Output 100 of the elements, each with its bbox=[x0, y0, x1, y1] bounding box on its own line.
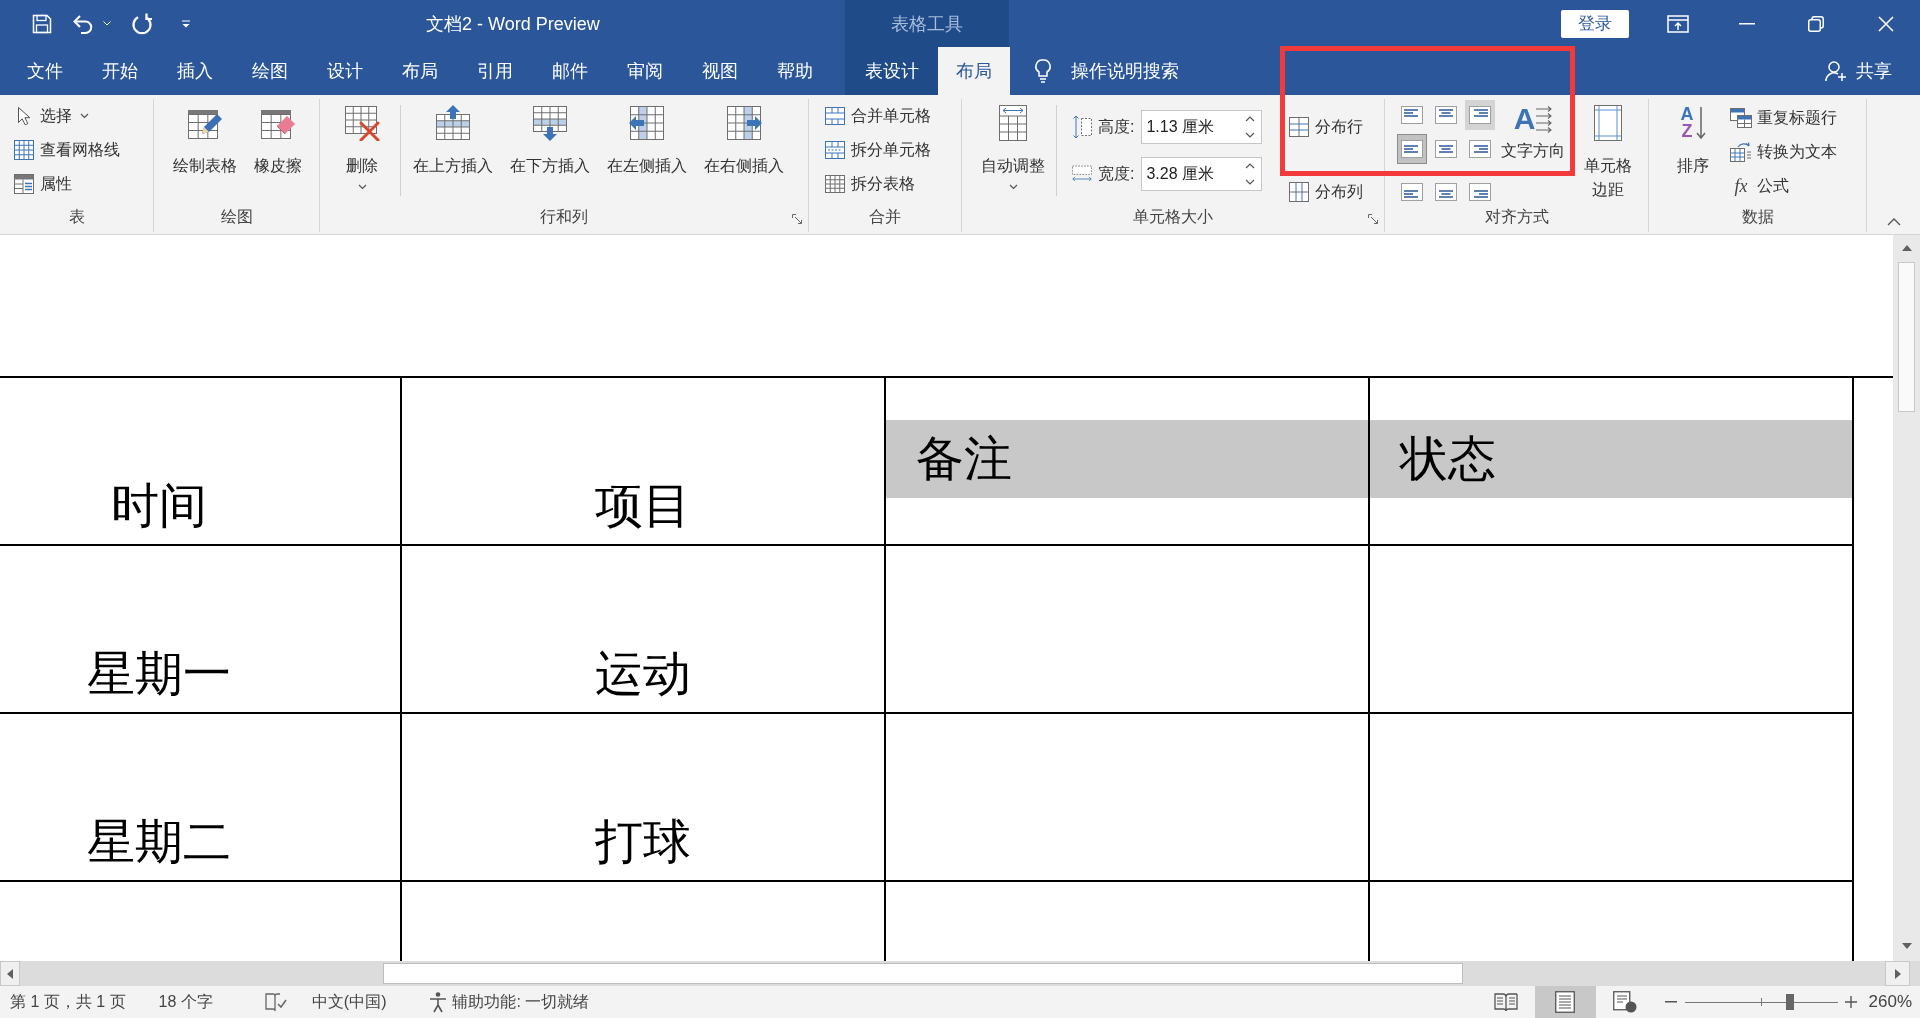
word-count: 18 个字 bbox=[158, 991, 213, 1012]
split-table-icon bbox=[825, 175, 845, 193]
align-bottom-left-icon bbox=[1401, 183, 1423, 201]
ribbon-tab[interactable]: 开始 bbox=[82, 47, 157, 95]
align-bottom-right-icon bbox=[1469, 183, 1491, 201]
split-table-button[interactable]: 拆分表格 bbox=[825, 167, 931, 201]
zoom-slider-thumb[interactable] bbox=[1786, 994, 1795, 1010]
person-add-icon bbox=[1825, 60, 1847, 82]
cell-margins-icon bbox=[1594, 105, 1622, 141]
redo-icon[interactable] bbox=[131, 12, 153, 35]
repeat-header-rows-icon bbox=[1730, 108, 1752, 128]
accessibility-status[interactable]: 辅助功能: 一切就绪 bbox=[427, 991, 590, 1013]
convert-to-text-button[interactable]: 转换为文本 bbox=[1731, 135, 1837, 169]
text-direction-button[interactable]: A 文字方向 bbox=[1497, 99, 1569, 202]
tell-me-search[interactable]: 操作说明搜索 bbox=[1035, 59, 1179, 83]
ribbon-tab[interactable]: 文件 bbox=[7, 47, 82, 95]
column-width-icon bbox=[1072, 164, 1092, 184]
ribbon-tab[interactable]: 视图 bbox=[682, 47, 757, 95]
dialog-launcher-icon[interactable] bbox=[792, 214, 802, 224]
ribbon-tab[interactable]: 布局 bbox=[382, 47, 457, 95]
grid-icon bbox=[14, 140, 34, 160]
contextual-group-title: 表格工具 bbox=[890, 12, 964, 36]
width-field[interactable]: 3.28 厘米 bbox=[1141, 157, 1263, 191]
properties-button[interactable]: 属性 bbox=[14, 167, 120, 201]
triangle-right-icon bbox=[1894, 968, 1901, 979]
window-title: 文档2 - Word Preview bbox=[426, 12, 600, 36]
spin-arrows-icon[interactable] bbox=[1245, 163, 1256, 185]
cell-text: 打球 bbox=[594, 814, 692, 870]
ribbon-tab[interactable]: 表设计 bbox=[845, 47, 938, 95]
ribbon-display-icon[interactable] bbox=[1667, 14, 1689, 33]
restore-icon[interactable] bbox=[1808, 15, 1824, 32]
plus-icon[interactable] bbox=[1844, 996, 1857, 1008]
ribbon-tab[interactable]: 插入 bbox=[157, 47, 232, 95]
minimize-icon[interactable] bbox=[1739, 22, 1755, 25]
scroll-left-button[interactable] bbox=[0, 961, 20, 986]
split-cells-button[interactable]: 拆分单元格 bbox=[825, 133, 931, 167]
table-autofit-icon bbox=[999, 105, 1027, 141]
alignment-button[interactable] bbox=[1465, 100, 1495, 130]
scrollbar-thumb[interactable] bbox=[383, 963, 1463, 984]
insert-right-button[interactable]: 在右侧插入 bbox=[698, 99, 790, 176]
formula-icon: fx bbox=[1734, 176, 1748, 196]
distribute-columns-icon bbox=[1289, 182, 1310, 202]
select-button[interactable]: 选择 bbox=[14, 99, 120, 133]
align-bottom-center-icon bbox=[1435, 183, 1457, 201]
eraser-button[interactable]: 橡皮擦 bbox=[248, 99, 308, 176]
save-icon[interactable] bbox=[32, 13, 52, 34]
insert-above-button[interactable]: 在上方插入 bbox=[407, 99, 499, 176]
close-icon[interactable] bbox=[1878, 15, 1894, 32]
ribbon-tab[interactable]: 审阅 bbox=[607, 47, 682, 95]
triangle-up-icon[interactable] bbox=[1901, 245, 1912, 251]
chevron-up-icon[interactable] bbox=[1886, 218, 1901, 226]
ribbon-tab[interactable]: 绘图 bbox=[232, 47, 307, 95]
share-button[interactable]: 共享 bbox=[1825, 59, 1892, 83]
align-top-center-icon bbox=[1435, 106, 1457, 124]
ribbon-tab[interactable]: 引用 bbox=[457, 47, 532, 95]
undo-icon[interactable] bbox=[72, 13, 94, 34]
formula-button[interactable]: fx 公式 bbox=[1731, 169, 1837, 203]
spin-arrows-icon[interactable] bbox=[1245, 116, 1256, 138]
ribbon-tab[interactable]: 帮助 bbox=[757, 47, 832, 95]
page-count: 第 1 页，共 1 页 bbox=[10, 991, 126, 1012]
merge-cells-button[interactable]: 合并单元格 bbox=[825, 99, 931, 133]
repeat-header-rows-button[interactable]: 重复标题行 bbox=[1731, 101, 1837, 135]
cell-text: 备注 bbox=[886, 420, 1368, 498]
customize-icon[interactable] bbox=[181, 19, 191, 28]
view-gridlines-button[interactable]: 查看网格线 bbox=[14, 133, 120, 167]
alignment-button[interactable] bbox=[1397, 134, 1427, 164]
sort-button[interactable]: A Z 排序 bbox=[1665, 99, 1721, 176]
cell-text: 运动 bbox=[594, 646, 692, 702]
cell-margins-button[interactable]: 单元格边距 bbox=[1578, 99, 1638, 202]
scrollbar-thumb[interactable] bbox=[1898, 262, 1915, 412]
vertical-scrollbar[interactable] bbox=[1893, 235, 1920, 961]
autofit-button[interactable]: 自动调整 bbox=[975, 99, 1051, 190]
align-middle-left-icon bbox=[1401, 140, 1423, 158]
minus-icon[interactable] bbox=[1664, 1001, 1677, 1003]
delete-button[interactable]: 删除 bbox=[334, 99, 390, 190]
book-check-icon[interactable] bbox=[264, 992, 287, 1012]
insert-left-button[interactable]: 在左侧插入 bbox=[601, 99, 693, 176]
zoom-level[interactable]: 260% bbox=[1868, 992, 1912, 1012]
insert-below-button[interactable]: 在下方插入 bbox=[504, 99, 596, 176]
dialog-launcher-icon[interactable] bbox=[1368, 214, 1378, 224]
height-field[interactable]: 1.13 厘米 bbox=[1141, 110, 1263, 144]
group-label: 单元格大小 bbox=[1133, 206, 1213, 227]
insert-column-right-icon bbox=[726, 105, 762, 141]
print-layout-button[interactable] bbox=[1534, 986, 1596, 1018]
group-label: 行和列 bbox=[540, 206, 588, 227]
login-button[interactable]: 登录 bbox=[1561, 9, 1629, 38]
ribbon-tab[interactable]: 邮件 bbox=[532, 47, 607, 95]
cell-text: 状态 bbox=[1370, 420, 1852, 498]
cell-text: 星期一 bbox=[86, 646, 232, 702]
ribbon-tab[interactable]: 布局 bbox=[938, 47, 1010, 95]
row-height-icon bbox=[1072, 115, 1092, 139]
scroll-right-button[interactable] bbox=[1885, 961, 1910, 986]
draw-table-button[interactable]: 绘制表格 bbox=[167, 99, 243, 176]
ribbon-tab[interactable]: 设计 bbox=[307, 47, 382, 95]
table-delete-icon bbox=[344, 105, 380, 141]
triangle-down-icon[interactable] bbox=[1901, 943, 1912, 949]
horizontal-scrollbar[interactable] bbox=[0, 961, 1920, 986]
distribute-columns-button[interactable]: 分布列 bbox=[1289, 178, 1364, 206]
distribute-rows-button[interactable]: 分布行 bbox=[1289, 113, 1364, 141]
caret-down-icon[interactable] bbox=[103, 21, 111, 26]
